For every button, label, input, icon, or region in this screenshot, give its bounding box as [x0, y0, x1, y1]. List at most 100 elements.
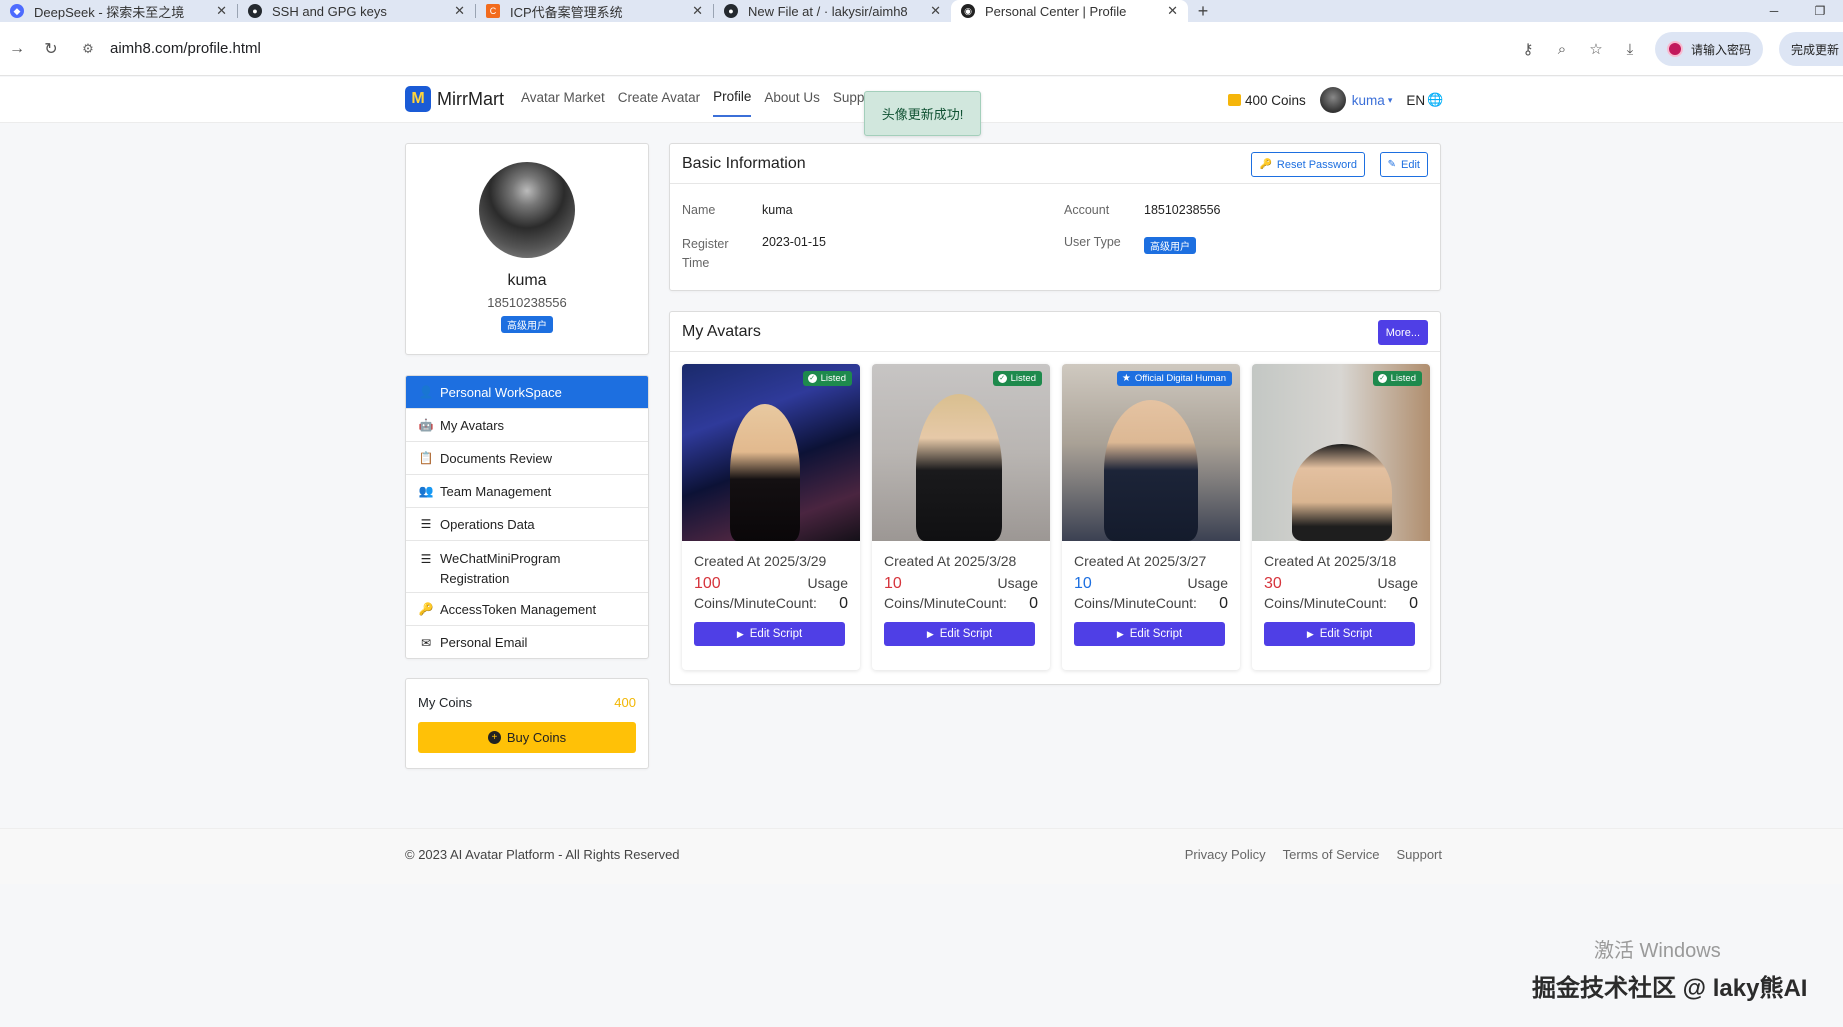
- edit-script-button[interactable]: ▶ Edit Script: [694, 622, 845, 646]
- sidemenu-accesstoken-management[interactable]: 🔑 AccessToken Management: [406, 593, 648, 626]
- edit-script-button[interactable]: ▶ Edit Script: [884, 622, 1035, 646]
- avatar-count-row: Coins/MinuteCount: 0: [884, 595, 1038, 613]
- play-icon: ▶: [736, 628, 744, 639]
- avatar-card[interactable]: ✓ Listed Created At 2025/3/18 30 Usage C…: [1252, 364, 1430, 670]
- avatar-card[interactable]: ✓ Listed Created At 2025/3/28 10 Usage C…: [872, 364, 1050, 670]
- footer-link-support[interactable]: Support: [1396, 847, 1442, 862]
- edit-script-label: Edit Script: [939, 628, 993, 640]
- url-field[interactable]: ⚙ aimh8.com/profile.html: [76, 31, 1516, 66]
- new-tab-icon[interactable]: +: [1188, 0, 1218, 22]
- download-icon[interactable]: ⤓: [1621, 41, 1639, 58]
- user-dropdown[interactable]: kuma: [1352, 93, 1385, 108]
- caret-down-icon[interactable]: ▾: [1388, 95, 1393, 106]
- password-pill[interactable]: 请输入密码: [1654, 32, 1763, 66]
- account-label: Account: [1064, 203, 1110, 217]
- nav-support[interactable]: Supp: [833, 77, 865, 117]
- bookmark-star-icon[interactable]: ☆: [1587, 40, 1605, 58]
- my-avatars-card: My Avatars More... ✓ Listed Created At 2…: [669, 311, 1441, 685]
- count-label: Count:: [775, 595, 817, 611]
- avatar-card-body: Created At 2025/3/28 10 Usage Coins/Minu…: [872, 541, 1050, 646]
- site-info-icon[interactable]: ⚙: [76, 41, 100, 57]
- reset-password-button[interactable]: 🔑 Reset Password: [1251, 152, 1365, 177]
- forward-icon[interactable]: →: [0, 40, 34, 58]
- profile-avatar[interactable]: [479, 162, 575, 258]
- sidemenu-label: WeChatMiniProgram Registration: [440, 551, 561, 586]
- nav-avatar-market[interactable]: Avatar Market: [521, 77, 605, 117]
- tab-close-icon[interactable]: ✕: [454, 3, 465, 19]
- usage-label: Usage: [997, 575, 1038, 591]
- user-type-badge: 高级用户: [501, 316, 553, 333]
- tab-close-icon[interactable]: ✕: [692, 3, 703, 19]
- tab-close-icon[interactable]: ✕: [1167, 3, 1178, 19]
- browser-tab[interactable]: ● SSH and GPG keys ✕: [238, 0, 475, 22]
- community-watermark: 掘金技术社区 @ laky熊AI: [1532, 975, 1808, 1002]
- reload-icon[interactable]: ↻: [34, 39, 68, 59]
- sidemenu-label: My Avatars: [440, 417, 505, 433]
- nav-about-us[interactable]: About Us: [764, 77, 820, 117]
- footer-link-terms[interactable]: Terms of Service: [1283, 847, 1380, 862]
- edit-script-button[interactable]: ▶ Edit Script: [1264, 622, 1415, 646]
- sidemenu-personal-workspace[interactable]: 👤 Personal WorkSpace: [406, 376, 648, 409]
- password-key-icon[interactable]: ⚷: [1519, 40, 1537, 58]
- avatar-card[interactable]: ✓ Listed Created At 2025/3/29 100 Usage …: [682, 364, 860, 670]
- profile-name: kuma: [507, 272, 547, 289]
- usage-count: 0: [1409, 595, 1418, 612]
- zoom-icon[interactable]: ⌕: [1553, 41, 1571, 58]
- avatar-card[interactable]: ★ Official Digital Human Created At 2025…: [1062, 364, 1240, 670]
- robot-icon: 🤖: [418, 418, 434, 432]
- sidemenu-wechat-registration[interactable]: ☰ WeChatMiniProgram Registration: [406, 541, 648, 593]
- tab-close-icon[interactable]: ✕: [216, 3, 227, 19]
- update-pill[interactable]: 完成更新: [1778, 32, 1843, 66]
- sidemenu-personal-email[interactable]: ✉ Personal Email: [406, 626, 648, 658]
- coins-card: My Coins 400 + Buy Coins: [405, 678, 649, 769]
- avatar-price: 100: [694, 575, 721, 592]
- price-unit-count-label: Coins/MinuteCount:: [1074, 595, 1197, 613]
- usage-count: 0: [1029, 595, 1038, 612]
- avatar-thumbnail[interactable]: ✓ Listed: [1252, 364, 1430, 541]
- buy-coins-button[interactable]: + Buy Coins: [418, 722, 636, 753]
- sliders-icon: ☰: [420, 517, 432, 531]
- minimize-icon[interactable]: ─: [1751, 0, 1797, 22]
- nav-profile[interactable]: Profile: [713, 77, 752, 117]
- sidemenu-label: Documents Review: [440, 450, 552, 466]
- tab-close-icon[interactable]: ✕: [930, 3, 941, 19]
- avatar-thumbnail[interactable]: ✓ Listed: [872, 364, 1050, 541]
- profile-card: kuma 18510238556 高级用户: [405, 143, 649, 355]
- language-switch[interactable]: EN: [1406, 93, 1425, 108]
- buy-coins-label: Buy Coins: [506, 730, 567, 745]
- url-text: aimh8.com/profile.html: [110, 40, 261, 57]
- browser-tab-active[interactable]: ◉ Personal Center | Profile ✕: [951, 0, 1188, 22]
- edit-profile-button[interactable]: ✎ Edit: [1379, 152, 1428, 177]
- password-pill-label: 请输入密码: [1690, 42, 1751, 57]
- register-label-line2: Time: [682, 256, 710, 270]
- star-icon: ★: [1121, 373, 1131, 384]
- listed-badge: ✓ Listed: [802, 371, 852, 386]
- sidemenu-documents-review[interactable]: 📋 Documents Review: [406, 442, 648, 475]
- my-avatars-title: My Avatars: [682, 322, 761, 340]
- sidemenu-team-management[interactable]: 👥 Team Management: [406, 475, 648, 508]
- globe-icon[interactable]: 🌐: [1427, 92, 1443, 108]
- play-icon: ▶: [1306, 628, 1314, 639]
- tab-title: ICP代备案管理系统: [510, 4, 623, 20]
- restore-icon[interactable]: ❐: [1797, 0, 1843, 22]
- nav-avatar[interactable]: [1319, 87, 1346, 113]
- check-circle-icon: ✓: [997, 374, 1007, 383]
- more-avatars-button[interactable]: More...: [1377, 320, 1428, 345]
- avatar-thumbnail[interactable]: ★ Official Digital Human: [1062, 364, 1240, 541]
- browser-tab[interactable]: C ICP代备案管理系统 ✕: [476, 0, 713, 22]
- sidemenu-operations-data[interactable]: ☰ Operations Data: [406, 508, 648, 541]
- browser-tab[interactable]: ◆ DeepSeek - 探索未至之境 ✕: [0, 0, 237, 22]
- sidemenu-my-avatars[interactable]: 🤖 My Avatars: [406, 409, 648, 442]
- github-favicon-icon: ●: [724, 4, 738, 18]
- nav-create-avatar[interactable]: Create Avatar: [618, 77, 700, 117]
- edit-script-button[interactable]: ▶ Edit Script: [1074, 622, 1225, 646]
- avatar-thumbnail[interactable]: ✓ Listed: [682, 364, 860, 541]
- usage-count: 0: [839, 595, 848, 612]
- user-type-label: User Type: [1064, 235, 1121, 249]
- listed-badge: ✓ Listed: [992, 371, 1042, 386]
- brand[interactable]: M MirrMart: [405, 86, 504, 112]
- price-unit-count-label: Coins/MinuteCount:: [884, 595, 1007, 613]
- browser-tab[interactable]: ● New File at / · lakysir/aimh8 ✕: [714, 0, 951, 22]
- nav-coins[interactable]: 400 Coins: [1245, 93, 1306, 108]
- footer-link-privacy[interactable]: Privacy Policy: [1185, 847, 1266, 862]
